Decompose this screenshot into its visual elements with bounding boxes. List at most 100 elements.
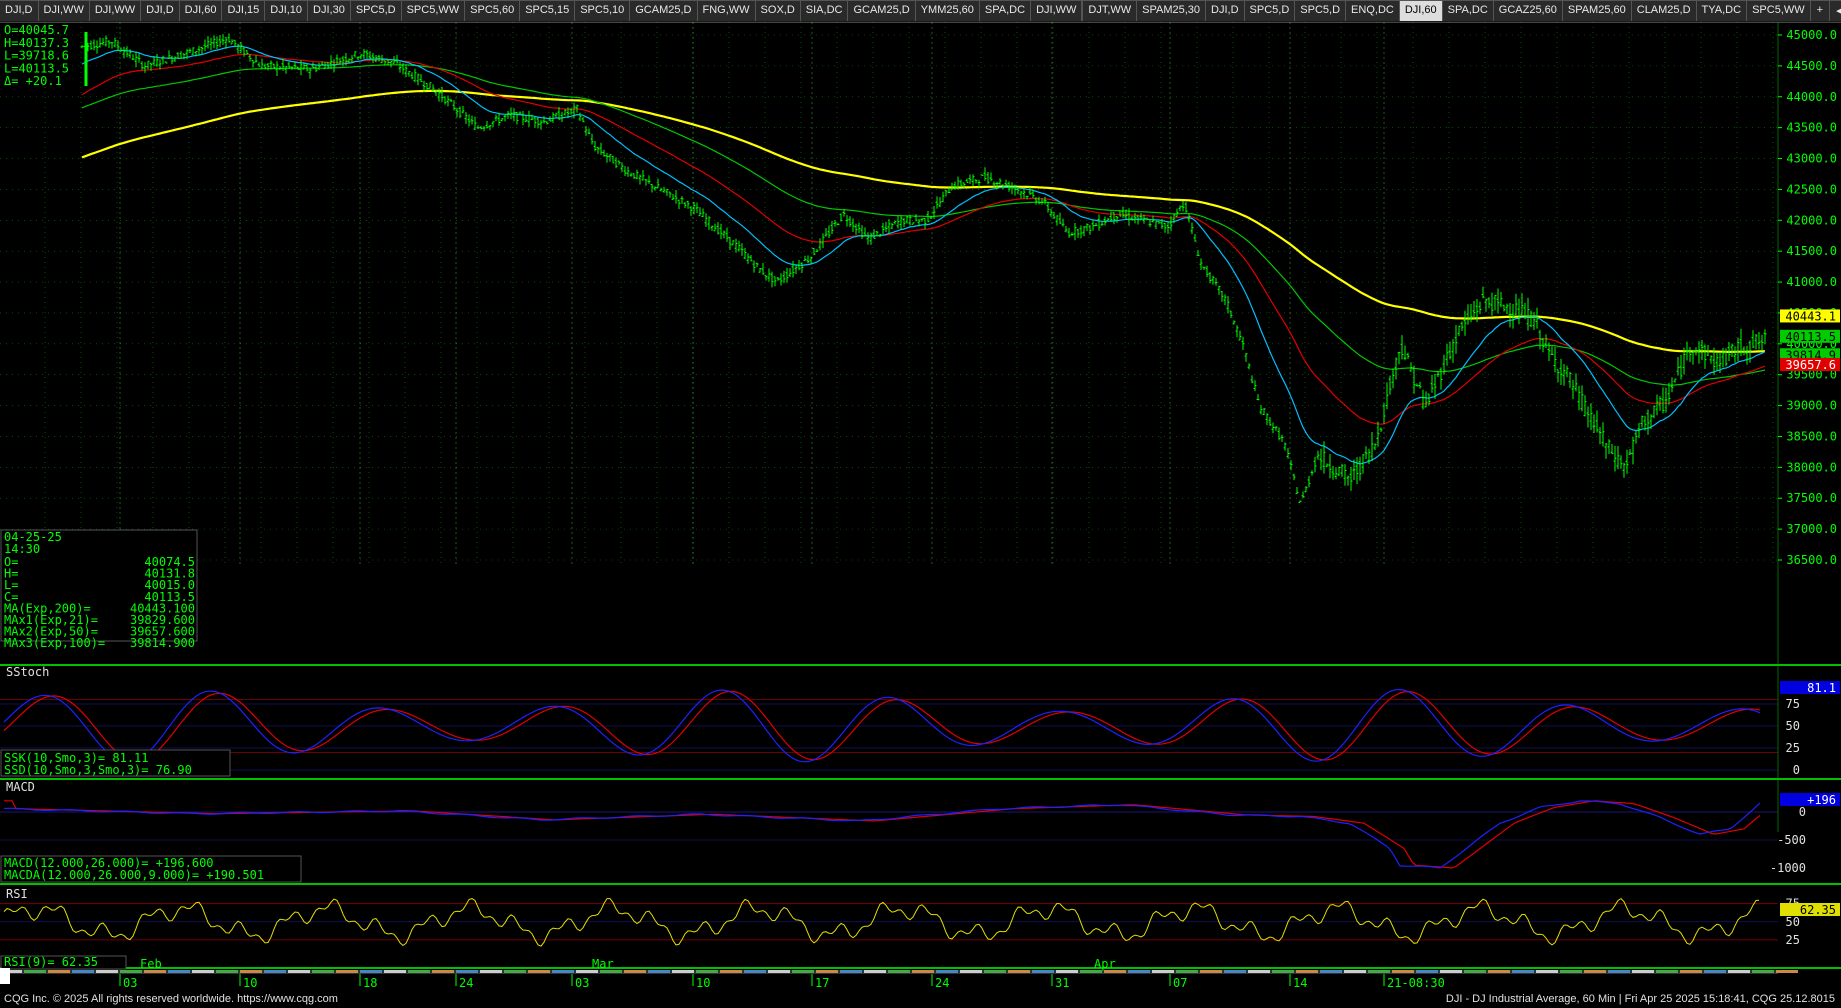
- indicator-panels: SStoch755025081.1SSK(10,Smo,3)= 81.11SSD…: [0, 664, 1841, 970]
- symbol-tab[interactable]: DJI,15: [222, 0, 266, 21]
- symbol-tab[interactable]: DJI,30: [308, 0, 351, 21]
- symbol-tab[interactable]: SPC5,D: [1244, 0, 1296, 21]
- symbol-tab[interactable]: GCAZ25,60: [1493, 0, 1563, 21]
- session-marker: [1488, 970, 1510, 973]
- symbol-tab[interactable]: SPC5,60: [465, 0, 521, 21]
- moving-averages: [81, 45, 1766, 465]
- symbol-tab[interactable]: SPA,DC: [1442, 0, 1494, 21]
- symbol-tab[interactable]: SPAM25,30: [1137, 0, 1207, 21]
- symbol-tab[interactable]: SPC5,10: [575, 0, 631, 21]
- price-axis-label: 41500.0: [1786, 244, 1837, 258]
- session-marker: [936, 970, 958, 973]
- symbol-tab[interactable]: SPAM25,60: [1562, 0, 1632, 21]
- session-marker: [1464, 970, 1486, 973]
- price-axis-label: 45000.0: [1786, 28, 1837, 42]
- session-marker: [168, 970, 190, 973]
- price-axis-label: 43000.0: [1786, 152, 1837, 166]
- session-marker: [360, 970, 382, 973]
- add-tab-button[interactable]: +: [1810, 0, 1831, 21]
- price-axis-label: 44000.0: [1786, 90, 1837, 104]
- session-marker: [1632, 970, 1654, 973]
- time-axis-label: 21-08:30: [1387, 976, 1445, 988]
- copyright-text: CQG Inc. © 2025 All rights reserved worl…: [4, 993, 338, 1005]
- session-marker: [624, 970, 646, 973]
- symbol-tab[interactable]: GCAM25,D: [848, 0, 916, 21]
- session-marker: [1512, 970, 1534, 973]
- rsi-readout: RSI(9)= 62.35: [4, 955, 98, 969]
- session-marker: [744, 970, 766, 973]
- symbol-tab[interactable]: DJT,WW: [1083, 0, 1138, 21]
- symbol-tab[interactable]: TYA,DC: [1696, 0, 1748, 21]
- session-marker: [912, 970, 934, 973]
- session-marker: [816, 970, 838, 973]
- symbol-tab[interactable]: SPC5,D: [350, 0, 402, 21]
- session-marker: [384, 970, 406, 973]
- symbol-tab[interactable]: CLAM25,D: [1631, 0, 1697, 21]
- sstoch-readout: SSD(10,Smo,3,Smo,3)= 76.90: [4, 763, 192, 777]
- chart-labels: O=40045.7H=40137.3L=39718.6L=40113.5Δ= +…: [0, 23, 1798, 988]
- time-axis-label: 24: [935, 976, 949, 988]
- symbol-tab[interactable]: DJI,WW: [38, 0, 90, 21]
- session-marker: [552, 970, 574, 973]
- symbol-tab[interactable]: YMM25,60: [915, 0, 980, 21]
- session-marker: [1056, 970, 1078, 973]
- macd-tag-value: +196: [1807, 793, 1836, 807]
- symbol-tab[interactable]: DJI,D: [0, 0, 39, 21]
- session-marker: [120, 970, 142, 973]
- info-value: 39814.900: [130, 636, 195, 650]
- session-marker: [1776, 970, 1798, 973]
- rsi-axis-label: 25: [1786, 933, 1800, 947]
- price-axis-label: 42000.0: [1786, 213, 1837, 227]
- price-axis-label: 36500.0: [1786, 553, 1837, 567]
- session-marker: [1248, 970, 1270, 973]
- symbol-tab[interactable]: GCAM25,D: [630, 0, 698, 21]
- time-axis-label: 18: [363, 976, 377, 988]
- session-marker: [1176, 970, 1198, 973]
- symbol-tab[interactable]: SPC5,D: [1295, 0, 1347, 21]
- symbol-tab[interactable]: SOX,D: [755, 0, 801, 21]
- symbol-tab[interactable]: DJI,60: [179, 0, 223, 21]
- session-marker: [336, 970, 358, 973]
- session-marker: [1536, 970, 1558, 973]
- macd-title: MACD: [6, 780, 35, 794]
- rsi-tag-value: 62.35: [1800, 903, 1836, 917]
- symbol-tab[interactable]: ENQ,DC: [1346, 0, 1400, 21]
- scroll-tabs-left-icon[interactable]: ◀: [1830, 0, 1841, 21]
- symbol-tab[interactable]: SIA,DC: [800, 0, 849, 21]
- sstoch-axis-label: 75: [1786, 697, 1800, 711]
- session-marker: [480, 970, 502, 973]
- time-axis-label: 03: [123, 976, 137, 988]
- symbol-tab[interactable]: DJI,D: [141, 0, 180, 21]
- chart-area[interactable]: SStoch755025081.1SSK(10,Smo,3)= 81.11SSD…: [0, 22, 1841, 988]
- symbol-tab[interactable]: SPA,DC: [979, 0, 1032, 21]
- session-marker: [288, 970, 310, 973]
- symbol-tab[interactable]: SPC5,15: [520, 0, 576, 21]
- symbol-tab[interactable]: FNG,WW: [697, 0, 756, 21]
- session-marker: [408, 970, 430, 973]
- session-marker: [648, 970, 670, 973]
- symbol-tab[interactable]: DJI,D: [1206, 0, 1245, 21]
- session-marker: [1152, 970, 1174, 973]
- sstoch-title: SStoch: [6, 665, 49, 679]
- session-marker: [24, 970, 46, 973]
- symbol-tab[interactable]: SPC5,WW: [1747, 0, 1811, 21]
- session-marker: [1320, 970, 1342, 973]
- session-marker: [792, 970, 814, 973]
- session-marker: [672, 970, 694, 973]
- time-axis-label: 10: [243, 976, 257, 988]
- session-marker: [1008, 970, 1030, 973]
- rsi-line: [3, 897, 1760, 947]
- sstoch-axis-label: 25: [1786, 741, 1800, 755]
- time-axis-label: 24: [459, 976, 473, 988]
- symbol-tab[interactable]: DJI,WW: [89, 0, 142, 21]
- session-marker: [1680, 970, 1702, 973]
- symbol-tab[interactable]: DJI,10: [265, 0, 309, 21]
- symbol-tab[interactable]: SPC5,WW: [401, 0, 466, 21]
- symbol-tab[interactable]: DJI,WW: [1031, 0, 1083, 21]
- session-marker: [96, 970, 118, 973]
- session-marker: [1416, 970, 1438, 973]
- session-marker: [216, 970, 238, 973]
- time-axis-label: 31: [1055, 976, 1069, 988]
- month-label: Apr: [1094, 957, 1116, 971]
- symbol-tab[interactable]: DJI,60: [1399, 0, 1443, 21]
